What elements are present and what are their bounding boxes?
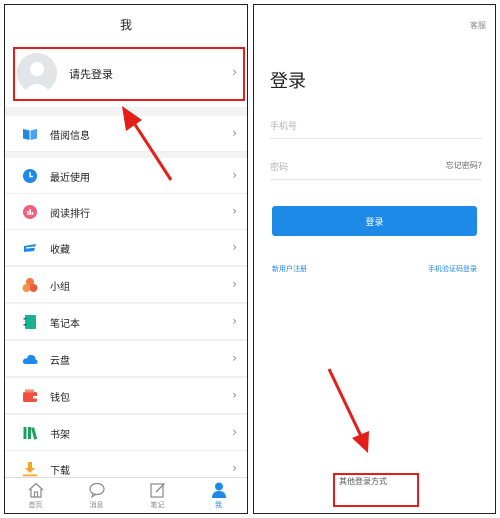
- chevron-right-icon: ›: [232, 277, 237, 291]
- chevron-right-icon: ›: [232, 351, 237, 365]
- register-link[interactable]: 新用户注册: [272, 264, 307, 274]
- login-title: 登录: [270, 71, 306, 92]
- tab-home[interactable]: 首页: [5, 478, 66, 513]
- chevron-right-icon: ›: [232, 425, 237, 439]
- home-icon: [28, 482, 43, 498]
- other-login-highlight-box: [333, 473, 419, 507]
- page-title-bar: 我: [5, 5, 247, 43]
- wallet-icon: [23, 389, 37, 402]
- menu-item-label: 云盘: [50, 356, 70, 367]
- login-button[interactable]: 登录: [272, 206, 477, 236]
- menu-item-borrow-info[interactable]: 借阅信息 ›: [5, 116, 247, 152]
- default-avatar-icon: [17, 53, 57, 93]
- phone-placeholder: 手机号: [270, 122, 298, 132]
- tab-label: 我: [215, 501, 222, 509]
- menu-item-label: 书架: [50, 430, 70, 441]
- book-icon: [23, 129, 37, 140]
- chevron-right-icon: ›: [232, 240, 237, 254]
- tab-notes[interactable]: 笔记: [127, 478, 188, 513]
- phone-field[interactable]: 手机号: [270, 113, 482, 139]
- download-icon: [23, 462, 37, 477]
- tab-me[interactable]: 我: [188, 478, 247, 513]
- menu-item-label: 借阅信息: [50, 131, 90, 142]
- sms-login-link[interactable]: 手机验证码登录: [428, 264, 477, 274]
- note-icon: [149, 483, 165, 498]
- profile-screen: 我 请先登录 › 借阅信息 › 最近使用 › 阅读排行 › 收藏 › 小组 › …: [4, 4, 248, 514]
- ranking-icon: [23, 205, 37, 219]
- chevron-right-icon: ›: [232, 388, 237, 402]
- message-icon: [88, 482, 105, 499]
- menu-item-group[interactable]: 小组 ›: [5, 267, 247, 303]
- menu-item-label: 下载: [50, 466, 70, 477]
- tab-messages[interactable]: 消息: [66, 478, 127, 513]
- group-icon: [22, 278, 38, 292]
- chevron-right-icon: ›: [232, 204, 237, 218]
- chevron-right-icon: ›: [232, 168, 237, 182]
- menu-item-recent[interactable]: 最近使用 ›: [5, 158, 247, 194]
- customer-service-link[interactable]: 客服: [470, 20, 486, 31]
- menu-item-label: 小组: [50, 282, 70, 293]
- tab-label: 首页: [28, 501, 43, 509]
- bottom-tab-bar: 首页 消息 笔记 我: [5, 477, 247, 513]
- password-placeholder: 密码: [270, 163, 289, 173]
- menu-item-label: 阅读排行: [50, 209, 90, 220]
- forgot-password-link[interactable]: 忘记密码?: [446, 160, 482, 171]
- login-prompt-label: 请先登录: [69, 68, 113, 81]
- page-title: 我: [119, 17, 132, 32]
- login-screen: 客服 登录 手机号 密码 忘记密码? 登录 新用户注册 手机验证码登录 其他登录…: [253, 4, 496, 514]
- menu-item-wallet[interactable]: 钱包 ›: [5, 378, 247, 414]
- menu-item-bookshelf[interactable]: 书架 ›: [5, 415, 247, 451]
- menu-item-label: 钱包: [50, 393, 70, 404]
- menu-item-label: 最近使用: [50, 173, 90, 184]
- menu-item-ranking[interactable]: 阅读排行 ›: [5, 194, 247, 230]
- avatar: [17, 53, 57, 93]
- menu-item-favorites[interactable]: 收藏 ›: [5, 230, 247, 266]
- menu-item-label: 收藏: [50, 245, 70, 256]
- menu-item-cloud[interactable]: 云盘 ›: [5, 341, 247, 377]
- bookshelf-icon: [23, 427, 38, 440]
- tab-label: 消息: [89, 501, 104, 509]
- chevron-right-icon: ›: [232, 461, 237, 475]
- favorites-icon: [24, 244, 37, 252]
- chevron-right-icon: ›: [232, 126, 237, 140]
- menu-item-label: 笔记本: [50, 319, 80, 330]
- clock-icon: [23, 169, 37, 183]
- menu-item-notebook[interactable]: 笔记本 ›: [5, 304, 247, 340]
- tab-label: 笔记: [150, 501, 165, 509]
- login-prompt-row[interactable]: 请先登录 ›: [5, 43, 247, 107]
- chevron-right-icon: ›: [232, 314, 237, 328]
- password-field[interactable]: 密码 忘记密码?: [270, 154, 482, 180]
- cloud-icon: [22, 354, 38, 364]
- notebook-icon: [23, 315, 36, 329]
- person-icon: [211, 482, 226, 498]
- chevron-right-icon: ›: [232, 65, 237, 79]
